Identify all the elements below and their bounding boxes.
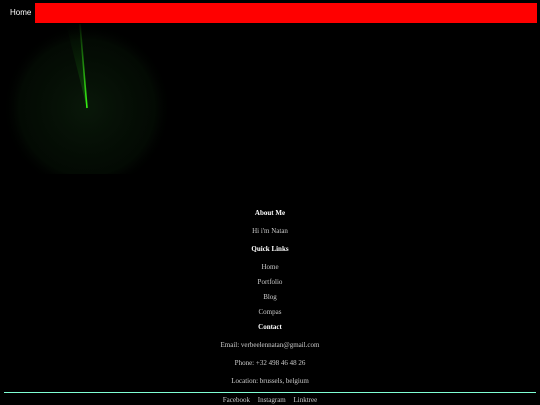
page: Home About Me Hi i'm Natan Quick Links H… bbox=[0, 0, 540, 405]
social-link-instagram[interactable]: Instagram bbox=[258, 396, 286, 404]
quick-link-home[interactable]: Home bbox=[0, 263, 540, 272]
quick-links-heading: Quick Links bbox=[251, 245, 289, 253]
footer: About Me Hi i'm Natan Quick Links Home P… bbox=[0, 205, 540, 395]
about-text: Hi i'm Natan bbox=[252, 227, 288, 235]
contact-phone: Phone: +32 498 46 48 26 bbox=[234, 359, 306, 367]
social-link-linktree[interactable]: Linktree bbox=[294, 396, 318, 404]
radar-sweep-graphic bbox=[2, 24, 172, 174]
quick-link-compas[interactable]: Compas bbox=[0, 308, 540, 317]
social-link-facebook[interactable]: Facebook bbox=[223, 396, 250, 404]
contact-section: Contact Email: verbeelennatan@gmail.com … bbox=[0, 323, 540, 386]
quick-link-blog[interactable]: Blog bbox=[0, 293, 540, 302]
quick-link-portfolio[interactable]: Portfolio bbox=[0, 278, 540, 287]
contact-location: Location: brussels, belgium bbox=[231, 377, 309, 385]
quick-links-section: Quick Links Home Portfolio Blog Compas bbox=[0, 245, 540, 317]
contact-heading: Contact bbox=[258, 323, 282, 331]
red-banner bbox=[35, 3, 537, 23]
social-links: Facebook Instagram Linktree bbox=[0, 396, 540, 405]
footer-divider bbox=[4, 392, 536, 393]
contact-email: Email: verbeelennatan@gmail.com bbox=[220, 341, 320, 349]
nav-home-link[interactable]: Home bbox=[10, 8, 31, 18]
top-navigation-bar: Home bbox=[0, 0, 540, 27]
about-heading: About Me bbox=[254, 209, 286, 217]
about-section: About Me Hi i'm Natan bbox=[0, 209, 540, 236]
